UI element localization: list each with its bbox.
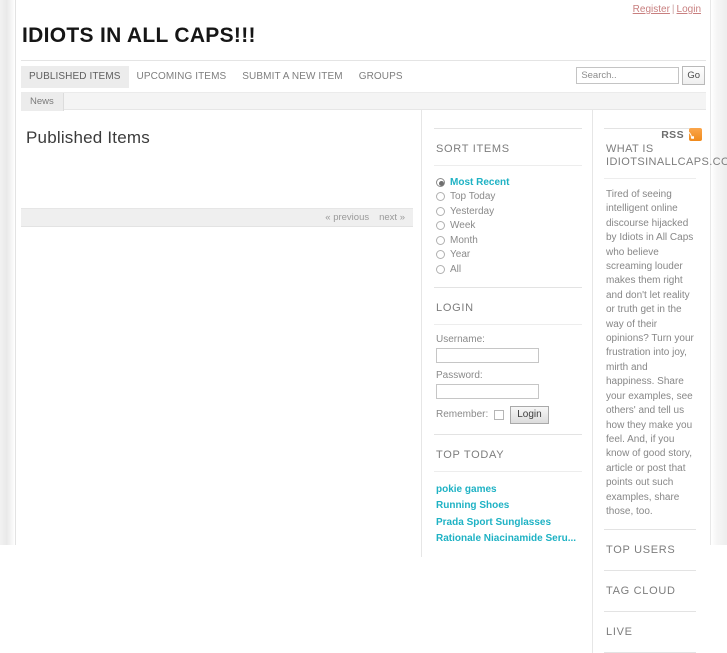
radio-icon[interactable] — [436, 177, 445, 187]
radio-icon[interactable] — [436, 192, 445, 202]
pagination-next-link[interactable]: next » — [379, 212, 405, 223]
top-today-body: pokie games Running Shoes Prada Sport Su… — [434, 470, 582, 557]
login-block: LOGIN Username: Password: Remember: Logi… — [434, 286, 582, 434]
top-today-link[interactable]: Running Shoes — [436, 500, 509, 511]
list-item[interactable]: Rationale Niacinamide Seru... — [436, 530, 582, 547]
rss-feed-block[interactable]: RSS — [661, 128, 702, 141]
about-sidebar-column: WHAT IS IDIOTSINALLCAPS.COM? Tired of se… — [592, 110, 727, 653]
radio-icon[interactable] — [436, 264, 445, 274]
password-field[interactable] — [436, 383, 539, 399]
sort-option-label: Top Today — [450, 191, 496, 203]
about-block: WHAT IS IDIOTSINALLCAPS.COM? Tired of se… — [604, 128, 727, 529]
utility-separator: | — [671, 4, 675, 15]
nav-item-upcoming-items[interactable]: UPCOMING ITEMS — [129, 66, 235, 89]
top-today-link[interactable]: pokie games — [436, 484, 497, 495]
top-today-block: TOP TODAY pokie games Running Shoes Prad… — [434, 433, 582, 557]
about-body-text: Tired of seeing intelligent online disco… — [604, 178, 696, 529]
radio-icon[interactable] — [436, 221, 445, 231]
sub-navigation: News — [21, 92, 706, 111]
site-title: IDIOTS IN ALL CAPS!!! — [22, 24, 256, 47]
nav-link-submit-a-new-item[interactable]: SUBMIT A NEW ITEM — [234, 66, 350, 88]
radio-icon[interactable] — [436, 250, 445, 260]
nav-item-published-items[interactable]: PUBLISHED ITEMS — [21, 66, 129, 89]
login-link[interactable]: Login — [677, 4, 701, 15]
page-title: Published Items — [26, 128, 150, 147]
sort-items-body: Most Recent Top Today Yesterday Week Mon… — [434, 165, 582, 287]
password-label: Password: — [436, 369, 483, 381]
sort-option-week[interactable]: Week — [436, 219, 582, 234]
live-heading[interactable]: LIVE — [604, 611, 696, 652]
subnav-link-news[interactable]: News — [21, 93, 64, 111]
nav-link-upcoming-items[interactable]: UPCOMING ITEMS — [129, 66, 235, 88]
radio-icon[interactable] — [436, 235, 445, 245]
sort-option-label: Yesterday — [450, 205, 495, 217]
rss-feed-icon[interactable] — [689, 128, 702, 141]
page-right-edge — [710, 0, 727, 545]
subnav-item-news[interactable]: News — [21, 93, 64, 111]
nav-link-published-items[interactable]: PUBLISHED ITEMS — [21, 66, 129, 88]
sort-sidebar-column: SORT ITEMS Most Recent Top Today Yesterd… — [421, 110, 592, 557]
title-divider — [21, 60, 706, 61]
sort-option-label: Week — [450, 220, 476, 232]
sort-option-yesterday[interactable]: Yesterday — [436, 204, 582, 219]
sort-option-label: Month — [450, 234, 478, 246]
login-submit-button[interactable]: Login — [510, 405, 549, 424]
sort-option-label: Year — [450, 249, 471, 261]
sort-options-list: Most Recent Top Today Yesterday Week Mon… — [436, 175, 582, 277]
sort-option-year[interactable]: Year — [436, 248, 582, 263]
top-today-link[interactable]: Prada Sport Sunglasses — [436, 517, 551, 528]
sort-option-all[interactable]: All — [436, 262, 582, 277]
published-items-list — [21, 148, 413, 194]
utility-bar: Register | Login — [17, 0, 710, 20]
login-form: Username: Password: Remember: Login — [434, 323, 582, 434]
nav-link-groups[interactable]: GROUPS — [351, 66, 411, 88]
login-heading: LOGIN — [434, 286, 582, 324]
nav-item-groups[interactable]: GROUPS — [351, 66, 411, 89]
list-item[interactable]: pokie games — [436, 481, 582, 498]
top-today-list: pokie games Running Shoes Prada Sport Su… — [436, 481, 582, 547]
username-label: Username: — [436, 333, 485, 345]
sort-option-month[interactable]: Month — [436, 233, 582, 248]
content-area: Published Items « previous next » SORT I… — [17, 110, 727, 653]
search-go-button[interactable]: Go — [682, 66, 705, 85]
register-link[interactable]: Register — [633, 4, 670, 15]
sort-option-label: Most Recent — [450, 176, 510, 188]
main-column: Published Items « previous next » — [17, 110, 421, 227]
subnav-list: News — [21, 93, 64, 111]
page-container: Register | Login IDIOTS IN ALL CAPS!!! PUB… — [17, 0, 727, 653]
remember-checkbox[interactable] — [494, 409, 505, 420]
sort-option-label: All — [450, 263, 462, 275]
tag-cloud-heading[interactable]: TAG CLOUD — [604, 570, 696, 611]
remember-row: Remember: Login — [436, 405, 582, 424]
main-navigation: PUBLISHED ITEMS UPCOMING ITEMS SUBMIT A … — [21, 66, 706, 89]
sort-option-most-recent[interactable]: Most Recent — [436, 175, 582, 190]
list-item[interactable]: Running Shoes — [436, 497, 582, 514]
search-input[interactable] — [576, 67, 680, 84]
nav-item-submit-a-new-item[interactable]: SUBMIT A NEW ITEM — [234, 66, 350, 89]
top-users-heading[interactable]: TOP USERS — [604, 529, 696, 570]
search-form: Go — [576, 66, 705, 85]
pagination-previous-link[interactable]: « previous — [325, 212, 369, 223]
pagination-bar: « previous next » — [21, 208, 413, 227]
rss-label: RSS — [661, 128, 684, 141]
page-left-edge — [0, 0, 16, 545]
remember-label: Remember: — [436, 409, 489, 420]
sort-items-heading: SORT ITEMS — [434, 128, 582, 165]
list-item[interactable]: Prada Sport Sunglasses — [436, 514, 582, 531]
sort-option-top-today[interactable]: Top Today — [436, 190, 582, 205]
screenshot-canvas: Register | Login IDIOTS IN ALL CAPS!!! PUB… — [0, 0, 727, 653]
radio-icon[interactable] — [436, 206, 445, 216]
sort-items-block: SORT ITEMS Most Recent Top Today Yesterd… — [434, 128, 582, 287]
top-today-link[interactable]: Rationale Niacinamide Seru... — [436, 533, 576, 544]
username-field[interactable] — [436, 347, 539, 363]
top-today-heading: TOP TODAY — [434, 433, 582, 471]
